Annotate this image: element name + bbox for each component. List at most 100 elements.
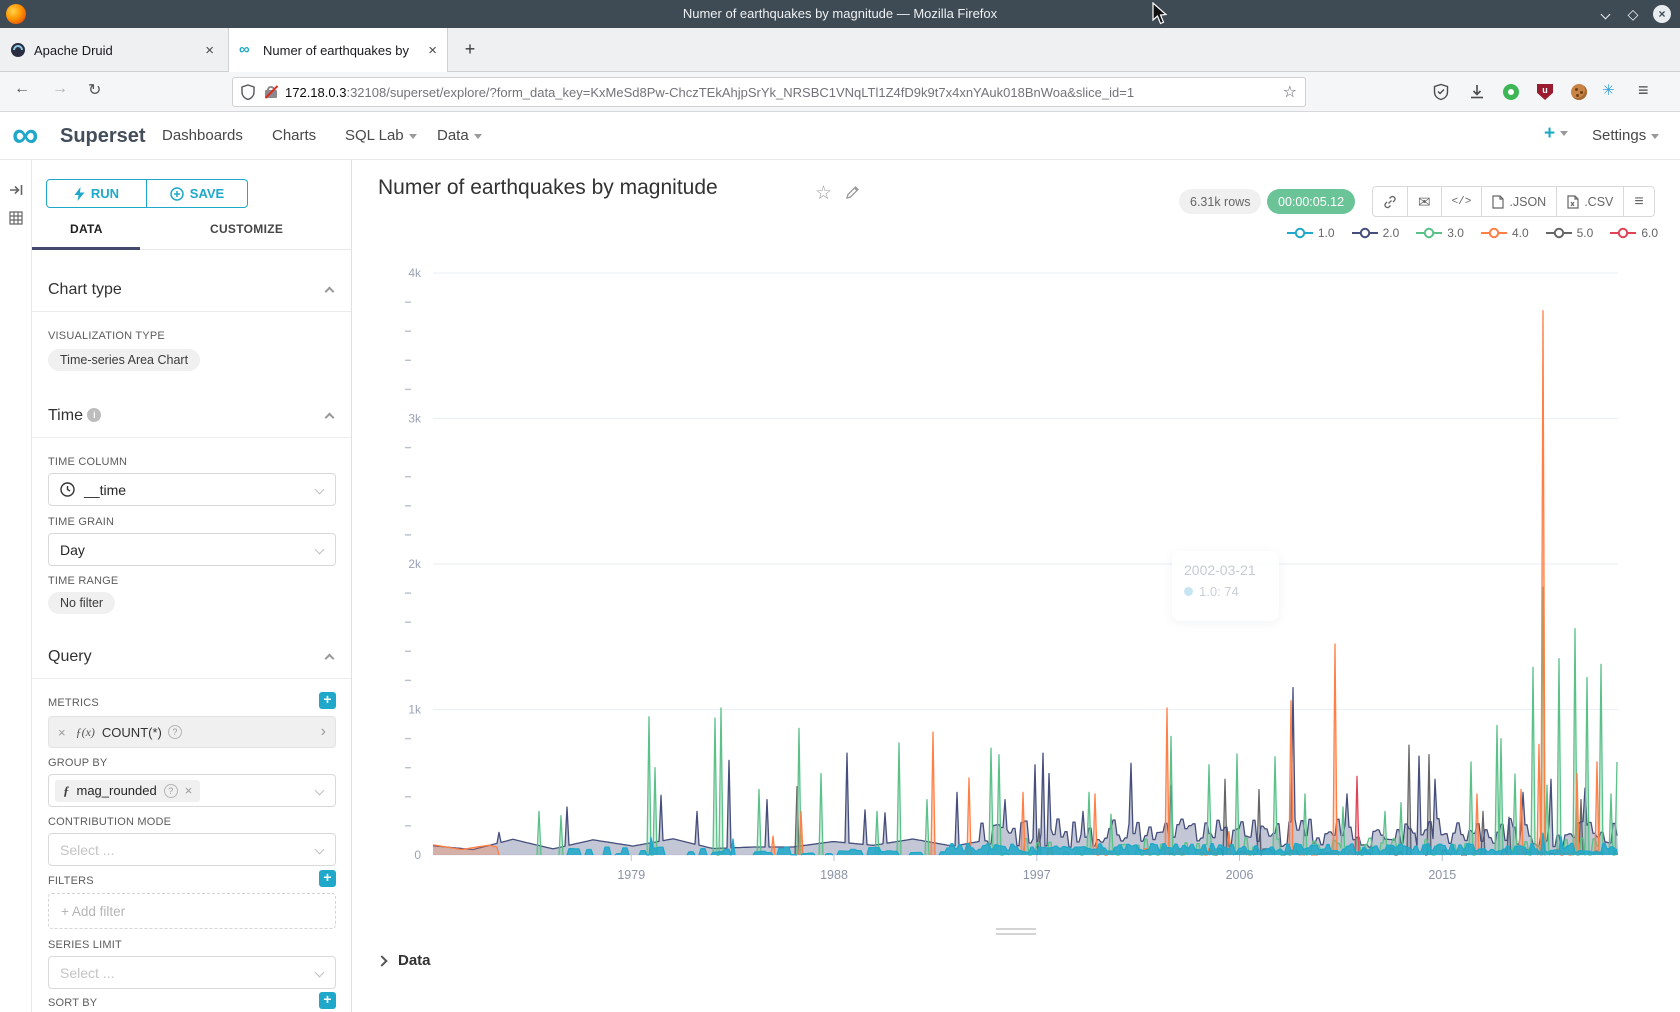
url-bar[interactable]: 172.18.0.3:32108/superset/explore/?form_… <box>232 77 1306 107</box>
time-range-value[interactable]: No filter <box>48 592 115 614</box>
groupby-pill[interactable]: ƒ mag_rounded ? × <box>55 780 200 802</box>
collapse-chevron-icon[interactable] <box>325 413 335 423</box>
add-filter-box[interactable]: + Add filter <box>48 893 336 929</box>
tab-superset-chart[interactable]: ∞ Numer of earthquakes by × <box>228 28 448 72</box>
time-column-select[interactable]: __time <box>48 473 336 506</box>
contribution-select[interactable]: Select ... <box>48 833 336 866</box>
section-query[interactable]: Query <box>48 648 92 666</box>
add-filter-plus-button[interactable]: + <box>319 870 336 887</box>
expand-metric-caret[interactable]: › <box>321 723 326 741</box>
info-icon: i <box>87 408 101 422</box>
tab-customize[interactable]: CUSTOMIZE <box>210 222 283 236</box>
chart-actions-toolbar: ✉ </> .JSON .CSV ≡ <box>1372 186 1655 217</box>
tab-close-icon[interactable]: × <box>428 42 437 59</box>
time-column-label: TIME COLUMN <box>48 456 127 468</box>
druid-favicon <box>10 42 26 58</box>
tooltip-date: 2002-03-21 <box>1184 562 1267 578</box>
chart-legend: 1.0 2.0 3.0 4.0 5.0 6.0 <box>1287 226 1658 240</box>
legend-marker-icon <box>1416 227 1442 239</box>
nav-dashboards[interactable]: Dashboards <box>162 127 243 144</box>
nav-charts[interactable]: Charts <box>272 127 316 144</box>
chevron-down-icon <box>315 545 325 555</box>
nav-data[interactable]: Data <box>437 127 482 144</box>
legend-item-6.0[interactable]: 6.0 <box>1610 226 1658 240</box>
save-button[interactable]: SAVE <box>147 179 248 208</box>
legend-label: 6.0 <box>1641 226 1658 240</box>
superset-logo-icon[interactable]: ∞ <box>12 114 36 156</box>
viz-type-value[interactable]: Time-series Area Chart <box>48 349 200 371</box>
ublock-extension-icon[interactable]: u <box>1537 84 1553 100</box>
svg-text:2015: 2015 <box>1428 868 1456 882</box>
expand-panel-icon[interactable] <box>8 182 24 198</box>
export-json-button[interactable]: .JSON <box>1482 187 1557 216</box>
downloads-icon[interactable] <box>1468 83 1486 101</box>
reload-button[interactable]: ↻ <box>88 80 101 100</box>
tab-apache-druid[interactable]: Apache Druid × <box>0 28 224 72</box>
mouse-cursor <box>1152 2 1170 26</box>
section-time[interactable]: Time i <box>48 407 101 425</box>
pane-resize-handle[interactable] <box>996 928 1036 938</box>
legend-item-3.0[interactable]: 3.0 <box>1416 226 1464 240</box>
chart-title: Numer of earthquakes by magnitude <box>378 176 718 200</box>
section-chart-type[interactable]: Chart type <box>48 281 122 299</box>
settings-menu[interactable]: Settings <box>1592 127 1659 144</box>
svg-text:1979: 1979 <box>617 868 645 882</box>
window-close-button[interactable]: × <box>1653 5 1671 23</box>
pocket-shield-icon[interactable] <box>1432 83 1450 101</box>
chart-area: Numer of earthquakes by magnitude ☆ 6.31… <box>353 160 1680 1012</box>
menu-hamburger-icon[interactable]: ≡ <box>1638 80 1656 98</box>
superset-brand[interactable]: Superset <box>60 125 146 148</box>
data-panel-header[interactable]: Data <box>378 952 431 969</box>
time-column-value: __time <box>84 482 126 498</box>
favorite-star-icon[interactable]: ☆ <box>815 182 832 205</box>
add-metric-button[interactable]: + <box>319 692 336 709</box>
insecure-lock-icon[interactable] <box>265 86 277 98</box>
groupby-select[interactable]: ƒ mag_rounded ? × <box>48 774 336 807</box>
svg-text:4k: 4k <box>408 266 422 280</box>
data-panel-title: Data <box>398 952 431 969</box>
tab-close-icon[interactable]: × <box>205 42 214 59</box>
window-minimize-button[interactable] <box>1596 5 1614 23</box>
edit-pencil-icon[interactable] <box>845 185 860 200</box>
nav-sql-lab[interactable]: SQL Lab <box>345 127 417 144</box>
back-button[interactable]: ← <box>14 80 30 98</box>
forward-button[interactable]: → <box>52 80 68 98</box>
copy-link-button[interactable] <box>1373 187 1408 216</box>
add-sort-button[interactable]: + <box>319 992 336 1009</box>
legend-label: 1.0 <box>1318 226 1335 240</box>
legend-item-1.0[interactable]: 1.0 <box>1287 226 1335 240</box>
extension-asterisk-icon[interactable]: ✳ <box>1602 81 1620 99</box>
legend-label: 4.0 <box>1512 226 1529 240</box>
window-maximize-button[interactable]: ◇ <box>1624 5 1642 23</box>
timeseries-area-chart[interactable]: 01k2k3k4k19791988199720062015 <box>353 250 1680 900</box>
sort-by-label: SORT BY <box>48 997 97 1009</box>
legend-item-2.0[interactable]: 2.0 <box>1352 226 1400 240</box>
new-tab-button[interactable]: + <box>458 38 482 62</box>
query-timer-badge: 00:00:05.12 <box>1267 189 1355 214</box>
remove-groupby-icon[interactable]: × <box>185 783 193 798</box>
metric-pill[interactable]: × ƒ(x) COUNT(*) ? › <box>48 716 336 748</box>
active-tab-indicator <box>32 247 140 250</box>
run-button[interactable]: RUN <box>46 179 147 208</box>
dataset-grid-icon[interactable] <box>8 210 24 226</box>
more-menu-button[interactable]: ≡ <box>1624 187 1653 216</box>
collapse-chevron-icon[interactable] <box>325 287 335 297</box>
time-grain-select[interactable]: Day <box>48 533 336 566</box>
bookmark-star-icon[interactable]: ☆ <box>1283 82 1297 102</box>
collapse-chevron-icon[interactable] <box>325 654 335 664</box>
series-limit-label: SERIES LIMIT <box>48 939 122 951</box>
email-button[interactable]: ✉ <box>1408 187 1442 216</box>
cookie-extension-icon[interactable] <box>1571 84 1587 100</box>
legend-item-5.0[interactable]: 5.0 <box>1546 226 1594 240</box>
add-new-button[interactable]: + <box>1544 123 1568 145</box>
tracking-shield-icon[interactable] <box>241 84 255 100</box>
tab-data[interactable]: DATA <box>70 222 103 236</box>
dataset-collapse-rail <box>0 160 32 1012</box>
remove-metric-icon[interactable]: × <box>58 725 66 740</box>
ghostery-extension-icon[interactable] <box>1503 84 1519 100</box>
legend-item-4.0[interactable]: 4.0 <box>1481 226 1529 240</box>
groupby-label: GROUP BY <box>48 757 107 769</box>
export-csv-button[interactable]: .CSV <box>1557 187 1624 216</box>
embed-code-button[interactable]: </> <box>1442 187 1483 216</box>
series-limit-select[interactable]: Select ... <box>48 956 336 989</box>
